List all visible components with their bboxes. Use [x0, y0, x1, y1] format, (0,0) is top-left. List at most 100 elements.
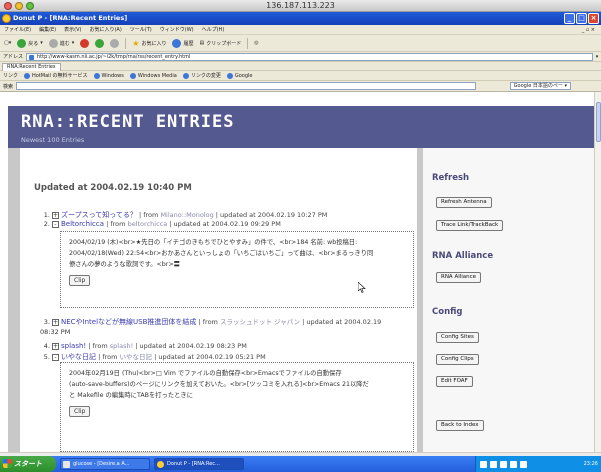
menu-tools[interactable]: ツール(T) — [130, 25, 152, 34]
menu-favorites[interactable]: お気に入り(A) — [89, 25, 121, 34]
entry-source-link[interactable]: Milano::Monolog — [160, 211, 213, 219]
address-dropdown-icon[interactable]: ▾ — [593, 54, 601, 60]
entry-item: 2. - Beltorchicca | from beltorchicca | up… — [43, 220, 281, 228]
link-windows-media[interactable]: Windows Media — [130, 73, 177, 79]
trace-link-button[interactable]: Trace Link/TrackBack — [436, 220, 504, 231]
star-icon: ★ — [132, 38, 140, 48]
refresh-heading: Refresh — [432, 173, 470, 183]
entry-meta-continued: 08:32 PM — [40, 328, 71, 336]
page-vertical-scrollbar[interactable] — [594, 92, 601, 452]
back-to-index-button[interactable]: Back to Index — [436, 420, 484, 431]
address-label: アドレス — [3, 54, 24, 60]
home-button[interactable] — [110, 38, 120, 48]
web-page: RNA::RECENT ENTRIES Newest 100 Entries U… — [0, 92, 594, 452]
browser-toolbar: ▢▾ 戻る ▾ 進む ▾ ★ お気に入り 履歴 ▤ クリップボード ◎ — [0, 35, 601, 52]
address-bar: アドレス http://www-kasm.nii.ac.jp/~i2k/tmp/… — [0, 52, 601, 62]
clip-button[interactable]: Clip — [69, 406, 91, 417]
entry-body-line: と Makefile の編集時にTABを打ったときに — [69, 392, 194, 399]
taskbar-item-glucose[interactable]: glucose - [Desire.a A... — [60, 458, 150, 470]
clipboard-button[interactable]: ▤ クリップボード — [200, 40, 242, 47]
entry-source-link[interactable]: splash! — [110, 342, 133, 350]
tray-icon[interactable] — [490, 460, 497, 468]
menu-edit[interactable]: 編集(E) — [39, 25, 56, 34]
tray-icon[interactable] — [510, 460, 517, 468]
minimize-button[interactable]: _ — [564, 13, 575, 24]
favorites-button[interactable]: ★ お気に入り — [132, 39, 166, 48]
page-banner: RNA::RECENT ENTRIES Newest 100 Entries — [8, 106, 594, 148]
entry-title-link[interactable]: ズープスって知ってる？ — [61, 211, 137, 219]
collapse-toggle[interactable]: - — [52, 353, 59, 361]
mac-window-controls — [4, 2, 34, 10]
updated-heading: Updated at 2004.02.19 10:40 PM — [34, 183, 192, 193]
menu-view[interactable]: 表示(V) — [64, 25, 81, 34]
taskbar: スタート glucose - [Desire.a A... Donut P - … — [0, 456, 601, 472]
browser-titlebar: Donut P - [RNA:Recent Entries] _ □ × — [0, 12, 601, 25]
taskbar-item-donut[interactable]: Donut P - [RNA:Rec... — [154, 458, 244, 470]
refresh-icon — [95, 38, 105, 48]
mac-close-button[interactable] — [4, 2, 12, 10]
mac-minimize-button[interactable] — [15, 2, 23, 10]
search-bar: 検索 Google 日本語のペー ▾ — [0, 81, 601, 92]
entry-item: 3. + NECやIntelなどが無線USB推進団体を結成 | from スラッシュ… — [43, 318, 382, 326]
entry-body-line: 2004/02/18(Wed) 22:54<br>おかあさんといっしょの「いちご… — [69, 250, 374, 257]
forward-button[interactable]: 進む ▾ — [48, 38, 74, 48]
stop-icon — [80, 38, 90, 48]
entry-body-line: 2004年02月19日 (Thu)<br>□ Vim でファイルの自動保存<br… — [69, 370, 342, 377]
start-button[interactable]: スタート — [0, 456, 56, 472]
tray-icon[interactable] — [520, 460, 527, 468]
history-icon — [172, 38, 182, 48]
stop-button[interactable] — [80, 38, 90, 48]
refresh-antenna-button[interactable]: Refresh Antenna — [436, 197, 492, 208]
menu-close-doc-icon[interactable]: _ ▫ × — [582, 25, 595, 34]
mac-zoom-button[interactable] — [26, 2, 34, 10]
entry-title-link[interactable]: いやな日記 — [61, 353, 96, 361]
search-input[interactable] — [16, 82, 477, 90]
scrollbar-thumb[interactable] — [596, 102, 601, 142]
rna-alliance-button[interactable]: RNA Alliance — [436, 272, 482, 283]
tray-icon[interactable] — [500, 460, 507, 468]
entry-source-link[interactable]: スラッシュドット ジャパン — [220, 318, 300, 326]
links-bar: リンク HotMail の無料サービス Windows Windows Medi… — [0, 71, 601, 81]
new-page-icon[interactable]: ▢▾ — [4, 40, 11, 46]
link-google[interactable]: Google — [227, 73, 253, 79]
config-clips-button[interactable]: Config Clips — [436, 354, 479, 365]
edit-foaf-button[interactable]: Edit FOAF — [436, 376, 473, 387]
clip-button[interactable]: Clip — [69, 275, 91, 286]
entry-title-link[interactable]: splash! — [61, 342, 86, 350]
tab-bar: RNA:Recent Entries — [0, 62, 601, 71]
expand-toggle[interactable]: + — [52, 342, 59, 350]
entry-body-line: 僚さんの夢のような歌詞です。<br>〓 — [69, 261, 180, 268]
link-windows[interactable]: Windows — [94, 73, 124, 79]
close-button[interactable]: × — [588, 13, 599, 24]
menu-help[interactable]: ヘルプ(H) — [202, 25, 225, 34]
window-controls: _ □ × — [564, 13, 599, 24]
menu-file[interactable]: ファイル(E) — [4, 25, 31, 34]
extra-tool-icon[interactable]: ◎ — [254, 40, 258, 46]
refresh-button[interactable] — [95, 38, 105, 48]
address-input[interactable]: http://www-kasm.nii.ac.jp/~i2k/tmp/rna/r… — [26, 52, 593, 61]
entry-source-link[interactable]: beltorchicca — [128, 220, 168, 228]
tray-icon[interactable] — [480, 460, 487, 468]
link-hotmail[interactable]: HotMail の無料サービス — [24, 72, 88, 79]
expand-toggle[interactable]: + — [52, 318, 59, 326]
mac-titlebar: 136.187.113.223 — [0, 0, 601, 12]
entry-title-link[interactable]: NECやIntelなどが無線USB推進団体を結成 — [61, 318, 196, 326]
menu-window[interactable]: ウィンドウ(W) — [160, 25, 194, 34]
entry-title-link[interactable]: Beltorchicca — [61, 220, 104, 228]
browser-app-icon — [2, 14, 11, 23]
search-engine-select[interactable]: Google 日本語のペー ▾ — [509, 82, 571, 90]
forward-arrow-icon — [48, 38, 58, 48]
page-subtitle: Newest 100 Entries — [21, 136, 85, 144]
entry-body-line: (auto-save-buffers)のページにリンクを加えておいた。<br>[… — [69, 381, 369, 388]
clipboard-icon: ▤ — [199, 40, 205, 46]
tab-rna-recent-entries[interactable]: RNA:Recent Entries — [2, 63, 61, 71]
config-sites-button[interactable]: Config Sites — [436, 332, 479, 343]
back-button[interactable]: 戻る ▾ — [17, 38, 43, 48]
entry-source-link[interactable]: いやな日記 — [120, 353, 153, 361]
maximize-button[interactable]: □ — [576, 13, 587, 24]
link-customize[interactable]: リンクの変更 — [183, 72, 221, 79]
collapse-toggle[interactable]: - — [52, 220, 59, 228]
back-arrow-icon — [17, 38, 27, 48]
history-button[interactable]: 履歴 — [172, 38, 194, 48]
expand-toggle[interactable]: + — [52, 211, 59, 219]
